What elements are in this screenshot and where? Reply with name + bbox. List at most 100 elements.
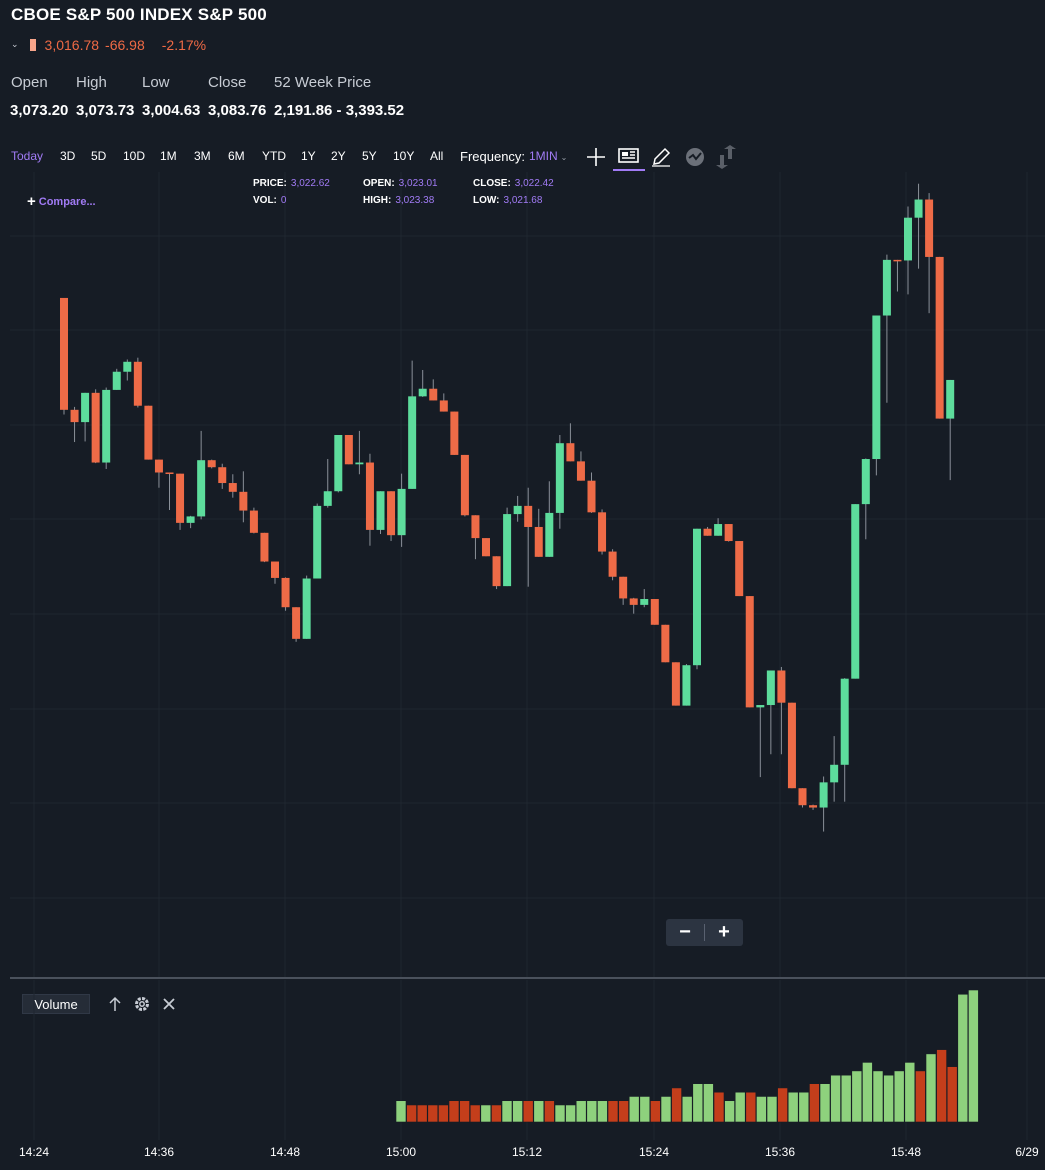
panel-divider[interactable] [10,977,1045,979]
info-open: OPEN: 3,023.01 [363,178,438,189]
candle-body [555,443,564,513]
range-5y[interactable]: 5Y [362,149,377,163]
volume-bar [883,1074,894,1123]
candle-body [893,259,902,262]
volume-bar [872,1070,884,1123]
info-price-value: 3,022.62 [290,178,330,189]
volume-bar [491,1104,502,1123]
price-chart[interactable] [10,172,1045,978]
compare-button[interactable]: + Compare... [27,193,96,210]
range-all[interactable]: All [430,149,443,163]
range-10y[interactable]: 10Y [393,149,414,163]
volume-bar [904,1062,916,1123]
frequency-select[interactable]: 1MIN ⌄ [529,149,567,163]
candle-body [387,491,396,536]
volume-bar [427,1104,439,1123]
volume-bar [660,1096,672,1123]
range-ytd[interactable]: YTD [262,149,286,163]
close-value: 3,083.76 [208,102,267,119]
range-6m[interactable]: 6M [228,149,245,163]
range-10d[interactable]: 10D [123,149,145,163]
candle-body [682,665,691,706]
volume-bar [968,989,979,1123]
volume-bar [650,1100,661,1123]
candle-body [946,379,955,419]
candle-body [935,256,944,419]
news-icon[interactable] [613,143,645,171]
volume-bar [575,1100,587,1123]
candle-body [144,405,153,460]
info-high-value: 3,023.38 [395,195,435,206]
candle-body [819,782,828,808]
price-change-pct: -2.17% [161,37,207,53]
zoom-out-button[interactable]: − [666,919,704,946]
candlestick-chart[interactable] [10,172,1045,978]
price-marker-icon [29,39,36,51]
candle-body [745,596,754,708]
draw-pencil-icon[interactable] [646,143,676,171]
range-today[interactable]: Today [11,149,43,163]
candle-body [154,459,163,473]
candle-body [851,504,860,679]
quote-line: ⌄ 3,016.78 -66.98 -2.17% [11,36,206,54]
candle-body [904,217,912,261]
volume-chart [33,980,1028,1140]
candle-body [365,462,374,530]
range-2y[interactable]: 2Y [331,149,346,163]
info-close-value: 3,022.42 [514,178,554,189]
volume-bar [734,1091,746,1123]
candle-body [861,459,870,505]
volume-bar [862,1062,873,1123]
candle-body [60,297,68,410]
candle-body [482,538,490,557]
volume-bar [565,1104,576,1123]
range-3m[interactable]: 3M [194,149,211,163]
candle-body [587,480,596,513]
candle-body [914,199,923,218]
volume-bar [469,1104,481,1123]
candle-body [735,541,744,597]
time-axis: 14:24 14:36 14:48 15:00 15:12 15:24 15:3… [0,1138,1045,1170]
high-label: High [76,74,107,91]
candle-body [619,576,628,599]
share-icon[interactable] [712,143,742,171]
candle-body [629,598,638,605]
volume-bar [448,1100,460,1123]
candle-body [408,396,417,489]
candle-body [671,662,680,706]
zoom-control: − + [666,919,743,946]
events-icon[interactable] [680,143,710,171]
candle-body [228,483,237,492]
zoom-in-button[interactable]: + [705,919,743,946]
volume-bar [607,1100,619,1123]
high-value: 3,073.73 [76,102,135,119]
last-price: 3,016.78 [44,37,100,53]
volume-bar [745,1091,757,1123]
range-1m[interactable]: 1M [160,149,177,163]
candle-body [640,599,649,605]
volume-bar [915,1070,926,1123]
volume-bar [936,1049,947,1123]
volume-bar [957,993,969,1123]
volume-bar [522,1100,534,1123]
range-3d[interactable]: 3D [60,149,75,163]
candle-body [313,505,322,579]
x-tick-label: 15:00 [385,1145,417,1159]
crosshair-icon[interactable] [581,143,611,171]
candle-body [197,460,206,517]
compare-label: Compare... [38,196,96,208]
range-5d[interactable]: 5D [91,149,106,163]
candle-body [81,392,90,423]
range-1y[interactable]: 1Y [301,149,316,163]
close-label: Close [208,74,247,91]
chevron-down-icon[interactable]: ⌄ [11,39,19,50]
info-open-value: 3,023.01 [398,178,438,189]
candle-body [271,561,279,578]
low-label: Low [142,74,170,91]
price-change: -66.98 [105,37,145,53]
volume-bar [554,1104,566,1123]
volume-bar [501,1100,513,1123]
volume-bar [406,1104,417,1123]
volume-bar [512,1100,523,1123]
info-low-value: 3,021.68 [503,195,543,206]
